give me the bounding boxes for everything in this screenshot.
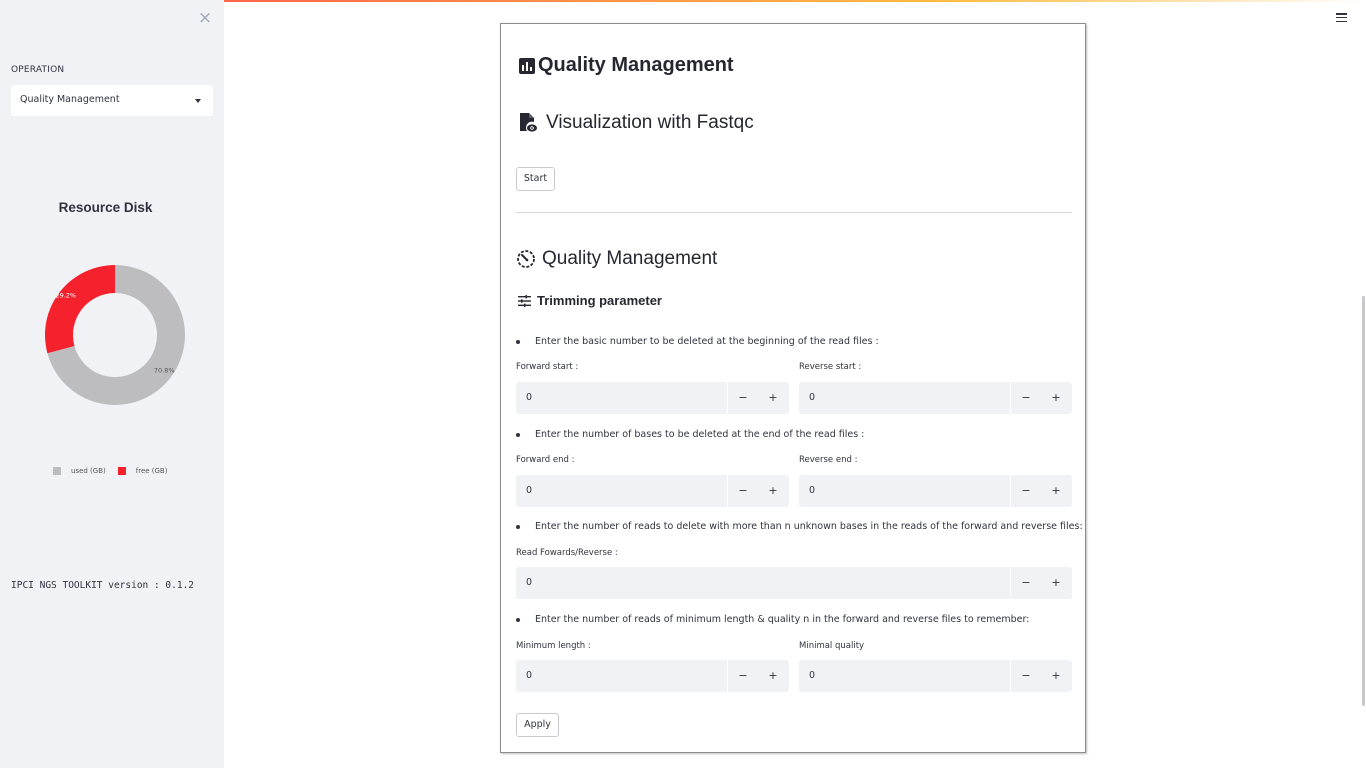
- legend-label-used: used (GB): [71, 467, 106, 475]
- trimming-heading-row: Trimming parameter: [518, 293, 662, 308]
- reverse-start-label: Reverse start :: [799, 362, 862, 372]
- instruction-bullet: Enter the number of bases to be deleted …: [516, 429, 864, 440]
- legend-swatch-free: [117, 467, 126, 475]
- disk-donut-chart: 70.8% 29.2%: [45, 265, 186, 405]
- page-title-row: Quality Management: [518, 54, 734, 77]
- close-sidebar-icon[interactable]: ×: [197, 9, 213, 27]
- apply-button[interactable]: Apply: [516, 713, 559, 737]
- instruction-text: Enter the number of reads of minimum len…: [535, 614, 1030, 625]
- reverse-end-input[interactable]: 0 − +: [799, 475, 1072, 507]
- main-panel: Quality Management Visualization with Fa…: [500, 23, 1086, 753]
- min-length-input[interactable]: 0 − +: [516, 660, 789, 692]
- operation-label: OPERATION: [11, 65, 65, 75]
- version-text: IPCI NGS TOOLKIT version : 0.1.2: [11, 580, 195, 591]
- reverse-start-input[interactable]: 0 − +: [799, 382, 1072, 414]
- instruction-text: Enter the basic number to be deleted at …: [535, 336, 879, 347]
- page-title: Quality Management: [538, 54, 734, 76]
- sliders-icon: [518, 294, 531, 307]
- forward-start-label: Forward start :: [516, 362, 579, 372]
- decrement-button[interactable]: −: [728, 660, 758, 692]
- input-value[interactable]: 0: [526, 670, 532, 681]
- min-quality-label: Minimal quality: [799, 641, 865, 651]
- forward-end-input[interactable]: 0 − +: [516, 475, 789, 507]
- start-button[interactable]: Start: [516, 167, 555, 191]
- input-value[interactable]: 0: [526, 485, 532, 496]
- increment-button[interactable]: +: [1041, 567, 1071, 599]
- decrement-button[interactable]: −: [1011, 567, 1041, 599]
- legend-item-used: used (GB): [53, 467, 106, 475]
- increment-button[interactable]: +: [1041, 475, 1071, 507]
- input-value[interactable]: 0: [809, 485, 815, 496]
- fastqc-heading-row: Visualization with Fastqc: [518, 112, 754, 134]
- bar-chart-icon: [519, 57, 535, 74]
- legend-swatch-used: [53, 467, 61, 475]
- increment-button[interactable]: +: [758, 382, 788, 414]
- donut-label-used: 70.8%: [154, 367, 175, 375]
- qm-heading: Quality Management: [542, 248, 718, 269]
- timer-icon: [517, 250, 535, 268]
- min-quality-input[interactable]: 0 − +: [799, 660, 1072, 692]
- qm-heading-row: Quality Management: [516, 248, 717, 270]
- increment-button[interactable]: +: [758, 475, 788, 507]
- chevron-down-icon: [195, 99, 201, 103]
- fastqc-heading: Visualization with Fastqc: [546, 112, 754, 133]
- decrement-button[interactable]: −: [728, 382, 758, 414]
- operation-select[interactable]: Quality Management: [11, 85, 213, 116]
- decrement-button[interactable]: −: [1011, 475, 1041, 507]
- min-length-label: Minimum length :: [516, 641, 591, 651]
- legend-label-free: free (GB): [135, 467, 168, 475]
- legend-item-free: free (GB): [117, 467, 168, 475]
- instruction-bullet: Enter the basic number to be deleted at …: [516, 336, 879, 347]
- input-value[interactable]: 0: [809, 392, 815, 403]
- scrollbar[interactable]: [1362, 296, 1365, 706]
- input-value[interactable]: 0: [526, 392, 532, 403]
- input-value[interactable]: 0: [526, 577, 532, 588]
- input-value[interactable]: 0: [809, 670, 815, 681]
- chart-legend: used (GB) free (GB): [53, 467, 179, 475]
- read-fr-input[interactable]: 0 − +: [516, 567, 1072, 599]
- increment-button[interactable]: +: [1041, 660, 1071, 692]
- operation-select-value: Quality Management: [20, 94, 120, 105]
- instruction-bullet: Enter the number of reads of minimum len…: [516, 614, 1029, 625]
- decrement-button[interactable]: −: [1011, 660, 1041, 692]
- forward-end-label: Forward end :: [516, 455, 575, 465]
- donut-label-free: 29.2%: [55, 291, 76, 299]
- read-fr-label: Read Fowards/Reverse :: [516, 548, 618, 558]
- sidebar: × OPERATION Quality Management Resource …: [0, 0, 224, 768]
- trimming-heading: Trimming parameter: [537, 293, 662, 308]
- reverse-end-label: Reverse end :: [799, 455, 858, 465]
- hamburger-menu-icon[interactable]: [1336, 13, 1347, 23]
- increment-button[interactable]: +: [1041, 382, 1071, 414]
- decrement-button[interactable]: −: [1011, 382, 1041, 414]
- chart-title: Resource Disk: [58, 200, 153, 215]
- increment-button[interactable]: +: [758, 660, 788, 692]
- decrement-button[interactable]: −: [728, 475, 758, 507]
- forward-start-input[interactable]: 0 − +: [516, 382, 789, 414]
- instruction-bullet: Enter the number of reads to delete with…: [516, 521, 1083, 532]
- donut-slice-free: [45, 265, 115, 354]
- instruction-text: Enter the number of reads to delete with…: [535, 521, 1083, 532]
- instruction-text: Enter the number of bases to be deleted …: [535, 429, 865, 440]
- section-divider: [516, 212, 1072, 213]
- file-view-icon: [520, 113, 537, 132]
